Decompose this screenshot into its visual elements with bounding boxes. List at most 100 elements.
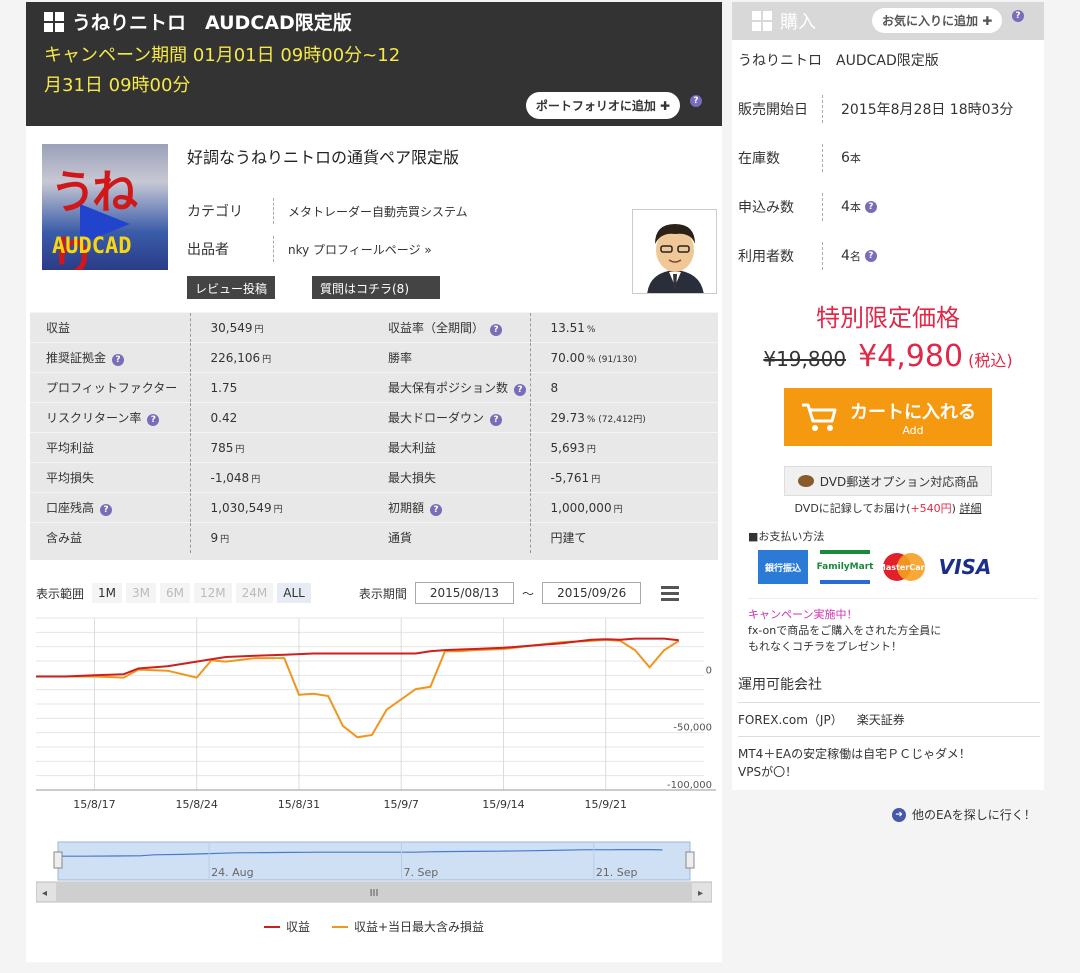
chart-legend: 収益 収益+当日最大含み損益 (26, 918, 722, 935)
line-chart: 15/8/17 15/8/24 15/8/31 15/9/7 15/9/14 15/9/2… (36, 617, 716, 811)
stat-value: 0.42 (189, 402, 372, 433)
stat-value: 29.73% (72,412円) (529, 402, 718, 433)
date-to-input[interactable]: 2015/09/26 (542, 582, 642, 604)
add-portfolio-label: ポートフォリオに追加 (535, 99, 656, 113)
range-12m-button[interactable]: 12M (194, 583, 232, 603)
help-icon[interactable]: ? (514, 384, 527, 396)
stat-label-text: 平均利益 (46, 441, 95, 455)
series-line-income[interactable] (36, 637, 679, 678)
dvd-note-close: ) (951, 502, 956, 515)
range-24m-button[interactable]: 24M (235, 583, 274, 603)
stat-value-unit: 円 (613, 504, 623, 515)
stat-value-number: 29.73 (550, 410, 585, 425)
find-other-ea-link[interactable]: ➜ 他のEAを探しに行く！ (892, 806, 1036, 823)
info-unit: 本 (849, 151, 861, 165)
chart-navigator[interactable]: 24. Aug 7. Sep 21. Sep III ◂ ▸ (36, 836, 712, 904)
x-tick-label: 15/8/17 (73, 798, 115, 811)
stat-value-number: 円建て (550, 531, 587, 546)
stat-label-text: リスクリターン率 (46, 411, 142, 425)
stat-value: 円建て (529, 522, 718, 553)
dvd-note: DVDに記録してお届け(+540円) 詳細 (732, 500, 1044, 516)
stat-label-text: 最大損失 (388, 471, 437, 485)
info-unit: 名 (849, 249, 861, 263)
help-icon[interactable]: ? (100, 504, 113, 516)
range-3m-button[interactable]: 3M (126, 583, 157, 603)
broker-item[interactable]: FOREX.com（JP） (738, 711, 843, 728)
stats-row: リスクリターン率? 0.42 最大ドローダウン? 29.73% (72,412円) (30, 402, 718, 433)
help-icon[interactable]: ? (430, 504, 443, 516)
help-icon[interactable]: ? (112, 354, 125, 366)
stats-row: 平均損失 -1,048 円最大損失 -5,761 円 (30, 462, 718, 493)
x-tick-label: 15/9/14 (482, 798, 524, 811)
dvd-icon (797, 475, 814, 487)
product-headline: 好調なうねりニトロの通貨ペア限定版 (187, 148, 460, 167)
legend-swatch (331, 925, 348, 928)
navigator-tick-label: 21. Sep (596, 866, 638, 879)
help-icon[interactable]: ? (864, 200, 877, 213)
vps-note[interactable]: MT4＋EAの安定稼働は自宅ＰＣじゃダメ！ VPSが〇！ (732, 737, 1044, 781)
help-icon[interactable]: ? (690, 95, 702, 107)
question-button[interactable]: 質問はコチラ(8) (312, 276, 440, 299)
scroll-right-icon[interactable]: ▸ (698, 888, 703, 899)
range-6m-button[interactable]: 6M (160, 583, 191, 603)
dvd-detail-link[interactable]: 詳細 (959, 502, 981, 515)
help-icon[interactable]: ? (1012, 10, 1024, 22)
stat-label: 平均利益 (30, 432, 190, 463)
familymart-icon: FamilyMart (817, 550, 873, 584)
menu-icon[interactable] (661, 585, 680, 601)
original-price: ¥19,800 (763, 347, 847, 371)
stat-label: 最大利益 (372, 432, 530, 463)
scroll-left-icon[interactable]: ◂ (42, 888, 47, 899)
review-button[interactable]: レビュー投稿 (187, 276, 276, 299)
avatar-image (647, 224, 704, 293)
find-other-ea-label: 他のEAを探しに行く！ (912, 808, 1036, 822)
stat-value-number: 70.00 (550, 350, 585, 365)
add-favorite-label: お気に入りに追加 (882, 14, 979, 28)
stat-label-text: 通貨 (388, 531, 413, 546)
plus-icon: ✚ (982, 14, 993, 28)
legend-item-income-unrealized[interactable]: 収益+当日最大含み損益 (331, 918, 484, 935)
info-label: 利用者数 (738, 248, 794, 265)
help-icon[interactable]: ? (864, 249, 877, 262)
add-portfolio-button[interactable]: ポートフォリオに追加 ✚ (525, 92, 680, 119)
help-icon[interactable]: ? (490, 414, 503, 426)
navigator-handle[interactable] (53, 851, 63, 869)
category-label: カテゴリ (187, 204, 243, 220)
x-tick-label: 15/9/21 (585, 798, 627, 811)
special-price-label: 特別限定価格 (816, 304, 960, 332)
seller-row: 出品者 nky プロフィールページ » (187, 236, 432, 262)
date-from-input[interactable]: 2015/08/13 (414, 582, 515, 604)
stat-value: 226,106 円 (189, 342, 372, 373)
cart-icon (802, 403, 837, 431)
divider (822, 94, 823, 123)
range-all-button[interactable]: ALL (277, 583, 311, 603)
stat-label-text: 最大ドローダウン (388, 411, 485, 425)
help-icon[interactable]: ? (490, 324, 503, 336)
stat-value-number: 8 (550, 380, 559, 395)
legend-label: 収益 (285, 920, 310, 934)
help-icon[interactable]: ? (147, 414, 160, 426)
campaign-line[interactable]: もれなくコチラをプレゼント！ (748, 639, 1038, 655)
purchase-title: 購入 (780, 12, 816, 33)
broker-item[interactable]: 楽天証券 (857, 711, 905, 728)
navigator-tick-label: 7. Sep (403, 866, 438, 879)
stats-row: 平均利益 785 円最大利益 5,693 円 (30, 432, 718, 463)
main-panel: うねりニトロ AUDCAD限定版 キャンペーン期間 01月01日 09時00分~… (26, 2, 722, 962)
info-label: 販売開始日 (738, 101, 808, 118)
add-favorite-button[interactable]: お気に入りに追加 ✚ (872, 8, 1003, 33)
stat-label-text: 平均損失 (46, 471, 95, 485)
stat-value-unit: % (91/130) (586, 354, 637, 365)
info-value: 4 (841, 198, 850, 215)
stat-value: 5,693 円 (529, 432, 718, 463)
dvd-option-button[interactable]: DVD郵送オプション対応商品 (784, 466, 992, 496)
stat-label: 初期額? (372, 492, 530, 523)
seller-link[interactable]: nky プロフィールページ » (288, 241, 432, 258)
info-label: 在庫数 (738, 150, 780, 167)
x-tick-label: 15/8/24 (175, 798, 217, 811)
legend-item-income[interactable]: 収益 (263, 918, 310, 935)
add-to-cart-button[interactable]: カートに入れる Add (784, 388, 992, 446)
range-1m-button[interactable]: 1M (92, 583, 123, 603)
vps-note-line: VPSが〇！ (738, 765, 798, 779)
seller-avatar[interactable] (632, 209, 717, 294)
navigator-handle[interactable] (685, 851, 695, 869)
